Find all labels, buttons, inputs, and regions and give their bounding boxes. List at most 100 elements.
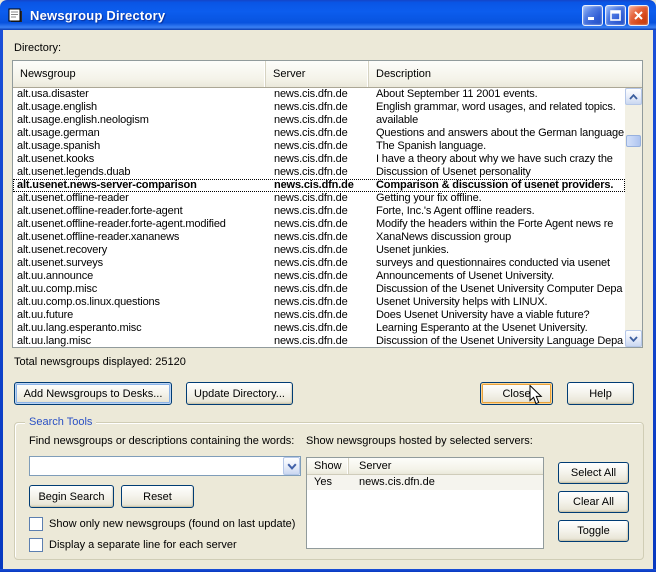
total-newsgroups-status: Total newsgroups displayed: 25120 — [14, 356, 186, 368]
table-row[interactable]: alt.usenet.offline-reader.forte-agentnew… — [13, 205, 625, 218]
column-header-server[interactable]: Server — [266, 61, 369, 87]
table-row[interactable]: alt.usenet.offline-reader.forte-agent.mo… — [13, 218, 625, 231]
newsgroup-directory-window: Newsgroup Directory Directory: Newsgroup… — [0, 0, 656, 572]
cell-server: news.cis.dfn.de — [349, 475, 543, 490]
table-row[interactable]: alt.usage.germannews.cis.dfn.deQuestions… — [13, 127, 625, 140]
cell-newsgroup: alt.usenet.news-server-comparison — [13, 179, 266, 192]
checkbox-icon[interactable] — [29, 538, 43, 552]
cell-server: news.cis.dfn.de — [266, 283, 369, 296]
select-all-button[interactable]: Select All — [558, 462, 629, 484]
cell-newsgroup: alt.usenet.offline-reader.forte-agent.mo… — [13, 218, 266, 231]
maximize-button[interactable] — [605, 5, 626, 26]
begin-search-button[interactable]: Begin Search — [29, 485, 114, 508]
cell-description: available — [369, 114, 625, 127]
column-header-description[interactable]: Description — [369, 61, 642, 87]
cell-description: Usenet University helps with LINUX. — [369, 296, 625, 309]
search-words-input[interactable] — [31, 458, 282, 474]
minimize-icon — [587, 10, 598, 21]
total-newsgroups-label: Total newsgroups displayed: — [14, 356, 152, 368]
cell-description: English grammar, word usages, and relate… — [369, 101, 625, 114]
cell-description: Comparison & discussion of usenet provid… — [369, 179, 625, 192]
cell-description: I have a theory about why we have such c… — [369, 153, 625, 166]
table-row[interactable]: alt.uu.futurenews.cis.dfn.deDoes Usenet … — [13, 309, 625, 322]
search-tools-group: Search Tools Find newsgroups or descript… — [14, 422, 644, 560]
newsgroup-table-body: alt.usa.disasternews.cis.dfn.deAbout Sep… — [13, 88, 625, 347]
table-row[interactable]: alt.usage.english.neologismnews.cis.dfn.… — [13, 114, 625, 127]
separate-line-checkbox[interactable]: Display a separate line for each server — [29, 538, 237, 552]
cell-description: Questions and answers about the German l… — [369, 127, 625, 140]
cell-newsgroup: alt.usenet.surveys — [13, 257, 266, 270]
title-bar[interactable]: Newsgroup Directory — [0, 0, 656, 30]
cell-description: Does Usenet University have a viable fut… — [369, 309, 625, 322]
checkbox-label: Display a separate line for each server — [49, 539, 237, 551]
cell-server: news.cis.dfn.de — [266, 166, 369, 179]
cell-description: Learning Esperanto at the Usenet Univers… — [369, 322, 625, 335]
cell-description: Discussion of the Usenet University Comp… — [369, 283, 625, 296]
dialog-client-area: Directory: Newsgroup Server Description … — [3, 30, 653, 569]
cell-server: news.cis.dfn.de — [266, 309, 369, 322]
cell-description: surveys and questionnaires conducted via… — [369, 257, 625, 270]
toggle-button[interactable]: Toggle — [558, 520, 629, 542]
close-window-button[interactable] — [628, 5, 649, 26]
server-row[interactable]: Yesnews.cis.dfn.de — [307, 475, 543, 490]
cell-description: Modify the headers within the Forte Agen… — [369, 218, 625, 231]
table-row[interactable]: alt.uu.lang.esperanto.miscnews.cis.dfn.d… — [13, 322, 625, 335]
table-row[interactable]: alt.usenet.kooksnews.cis.dfn.deI have a … — [13, 153, 625, 166]
hosted-servers-label: Show newsgroups hosted by selected serve… — [306, 435, 533, 447]
cell-server: news.cis.dfn.de — [266, 296, 369, 309]
cell-newsgroup: alt.usenet.kooks — [13, 153, 266, 166]
minimize-button[interactable] — [582, 5, 603, 26]
scroll-up-button[interactable] — [625, 88, 642, 105]
cell-newsgroup: alt.usage.german — [13, 127, 266, 140]
cell-server: news.cis.dfn.de — [266, 231, 369, 244]
update-directory-button[interactable]: Update Directory... — [186, 382, 293, 405]
cell-server: news.cis.dfn.de — [266, 101, 369, 114]
search-words-combobox[interactable] — [29, 456, 301, 476]
table-row[interactable]: alt.usenet.legends.duabnews.cis.dfn.deDi… — [13, 166, 625, 179]
column-header-server[interactable]: Server — [349, 458, 543, 474]
table-row[interactable]: alt.usenet.news-server-comparisonnews.ci… — [13, 179, 625, 192]
column-header-show[interactable]: Show — [307, 458, 349, 474]
cell-description: Forte, Inc.'s Agent offline readers. — [369, 205, 625, 218]
server-list: Show Server Yesnews.cis.dfn.de — [306, 457, 544, 549]
table-row[interactable]: alt.uu.announcenews.cis.dfn.deAnnounceme… — [13, 270, 625, 283]
combo-dropdown-button[interactable] — [283, 457, 300, 475]
mouse-cursor-icon — [529, 385, 543, 406]
table-row[interactable]: alt.usenet.recoverynews.cis.dfn.deUsenet… — [13, 244, 625, 257]
cell-description: Getting your fix offline. — [369, 192, 625, 205]
directory-label: Directory: — [14, 42, 61, 54]
column-header-newsgroup[interactable]: Newsgroup — [13, 61, 266, 87]
cell-description: Discussion of Usenet personality — [369, 166, 625, 179]
table-row[interactable]: alt.usage.spanishnews.cis.dfn.deThe Span… — [13, 140, 625, 153]
cell-server: news.cis.dfn.de — [266, 127, 369, 140]
table-row[interactable]: alt.usenet.offline-reader.xananewsnews.c… — [13, 231, 625, 244]
cell-description: Announcements of Usenet University. — [369, 270, 625, 283]
table-row[interactable]: alt.usa.disasternews.cis.dfn.deAbout Sep… — [13, 88, 625, 101]
cell-server: news.cis.dfn.de — [266, 218, 369, 231]
show-only-new-checkbox[interactable]: Show only new newsgroups (found on last … — [29, 517, 295, 531]
scroll-down-button[interactable] — [625, 330, 642, 347]
table-row[interactable]: alt.usage.englishnews.cis.dfn.deEnglish … — [13, 101, 625, 114]
clear-all-button[interactable]: Clear All — [558, 491, 629, 513]
reset-button[interactable]: Reset — [121, 485, 194, 508]
cell-newsgroup: alt.usenet.offline-reader.xananews — [13, 231, 266, 244]
cell-server: news.cis.dfn.de — [266, 257, 369, 270]
table-row[interactable]: alt.uu.comp.miscnews.cis.dfn.deDiscussio… — [13, 283, 625, 296]
cell-server: news.cis.dfn.de — [266, 192, 369, 205]
cell-description: About September 11 2001 events. — [369, 88, 625, 101]
table-row[interactable]: alt.uu.lang.miscnews.cis.dfn.deDiscussio… — [13, 335, 625, 347]
cell-server: news.cis.dfn.de — [266, 270, 369, 283]
table-row[interactable]: alt.usenet.offline-readernews.cis.dfn.de… — [13, 192, 625, 205]
checkbox-icon[interactable] — [29, 517, 43, 531]
table-row[interactable]: alt.usenet.surveysnews.cis.dfn.desurveys… — [13, 257, 625, 270]
scrollbar-thumb[interactable] — [626, 135, 641, 147]
cell-newsgroup: alt.usenet.offline-reader.forte-agent — [13, 205, 266, 218]
cell-newsgroup: alt.uu.comp.os.linux.questions — [13, 296, 266, 309]
find-words-label: Find newsgroups or descriptions containi… — [29, 435, 294, 447]
table-row[interactable]: alt.uu.comp.os.linux.questionsnews.cis.d… — [13, 296, 625, 309]
cell-newsgroup: alt.usenet.legends.duab — [13, 166, 266, 179]
add-newsgroups-button[interactable]: Add Newsgroups to Desks... — [14, 382, 172, 405]
help-button[interactable]: Help — [567, 382, 634, 405]
chevron-down-icon — [287, 463, 297, 470]
vertical-scrollbar[interactable] — [625, 88, 642, 347]
